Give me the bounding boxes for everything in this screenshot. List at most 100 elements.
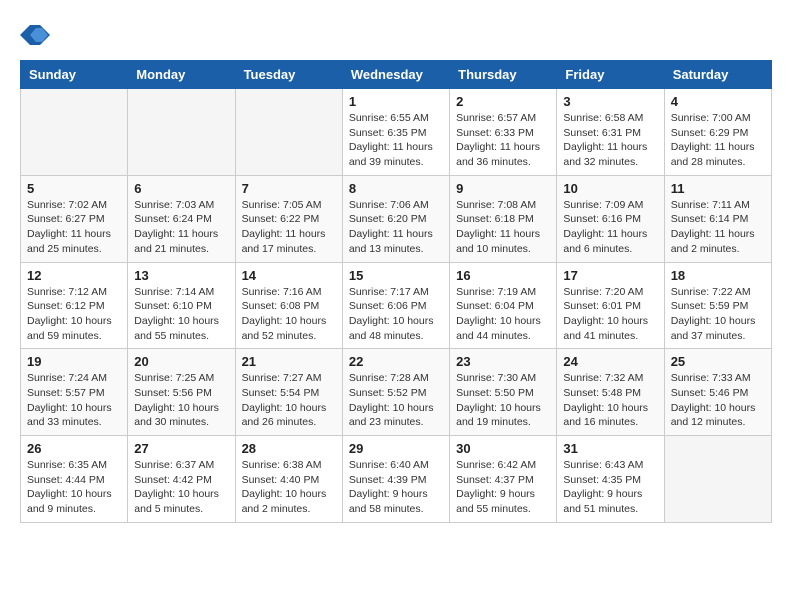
calendar-cell: 8 Sunrise: 7:06 AM Sunset: 6:20 PM Daylig…	[342, 175, 449, 262]
day-info: Sunrise: 6:42 AM Sunset: 4:37 PM Dayligh…	[456, 458, 550, 517]
day-number: 28	[242, 441, 336, 456]
weekday-header-monday: Monday	[128, 61, 235, 89]
calendar-cell: 27Sunrise: 6:37 AM Sunset: 4:42 PM Dayli…	[128, 436, 235, 523]
day-info: Sunrise: 7:12 AM Sunset: 6:12 PM Dayligh…	[27, 285, 121, 344]
day-number: 10	[563, 181, 657, 196]
day-number: 3	[563, 94, 657, 109]
day-number: 18	[671, 268, 765, 283]
calendar-cell: 25 Sunrise: 7:33 AM Sunset: 5:46 PM Dayli…	[664, 349, 771, 436]
calendar-cell: 3 Sunrise: 6:58 AM Sunset: 6:31 PM Daylig…	[557, 89, 664, 176]
page-header	[20, 20, 772, 50]
day-number: 4	[671, 94, 765, 109]
day-number: 6	[134, 181, 228, 196]
calendar-cell: 20 Sunrise: 7:25 AM Sunset: 5:56 PM Dayli…	[128, 349, 235, 436]
day-number: 29	[349, 441, 443, 456]
day-number: 24	[563, 354, 657, 369]
day-number: 20	[134, 354, 228, 369]
day-info: Sunrise: 6:35 AM Sunset: 4:44 PM Dayligh…	[27, 458, 121, 517]
calendar-cell: 24 Sunrise: 7:32 AM Sunset: 5:48 PM Dayli…	[557, 349, 664, 436]
day-info: Sunrise: 7:14 AM Sunset: 6:10 PM Dayligh…	[134, 285, 228, 344]
calendar-cell	[21, 89, 128, 176]
day-number: 12	[27, 268, 121, 283]
day-number: 8	[349, 181, 443, 196]
day-info: Sunrise: 7:22 AM Sunset: 5:59 PM Dayligh…	[671, 285, 765, 344]
day-number: 15	[349, 268, 443, 283]
calendar-cell: 12 Sunrise: 7:12 AM Sunset: 6:12 PM Dayli…	[21, 262, 128, 349]
weekday-header-saturday: Saturday	[664, 61, 771, 89]
day-info: Sunrise: 7:24 AM Sunset: 5:57 PM Dayligh…	[27, 371, 121, 430]
calendar-week-row: 26 Sunrise: 6:35 AM Sunset: 4:44 PM Dayli…	[21, 436, 772, 523]
calendar-cell: 11 Sunrise: 7:11 AM Sunset: 6:14 PM Dayli…	[664, 175, 771, 262]
day-info: Sunrise: 7:32 AM Sunset: 5:48 PM Dayligh…	[563, 371, 657, 430]
weekday-header-row: SundayMondayTuesdayWednesdayThursdayFrid…	[21, 61, 772, 89]
day-info: Sunrise: 7:05 AM Sunset: 6:22 PM Dayligh…	[242, 198, 336, 257]
calendar-week-row: 5 Sunrise: 7:02 AM Sunset: 6:27 PM Daylig…	[21, 175, 772, 262]
day-info: Sunrise: 7:28 AM Sunset: 5:52 PM Dayligh…	[349, 371, 443, 430]
weekday-header-sunday: Sunday	[21, 61, 128, 89]
day-info: Sunrise: 7:16 AM Sunset: 6:08 PM Dayligh…	[242, 285, 336, 344]
calendar-cell: 23 Sunrise: 7:30 AM Sunset: 5:50 PM Dayli…	[450, 349, 557, 436]
day-number: 1	[349, 94, 443, 109]
day-number: 7	[242, 181, 336, 196]
calendar-cell: 1Sunrise: 6:55 AM Sunset: 6:35 PM Daylig…	[342, 89, 449, 176]
calendar-cell: 31Sunrise: 6:43 AM Sunset: 4:35 PM Dayli…	[557, 436, 664, 523]
calendar-cell: 17Sunrise: 7:20 AM Sunset: 6:01 PM Dayli…	[557, 262, 664, 349]
weekday-header-wednesday: Wednesday	[342, 61, 449, 89]
day-number: 31	[563, 441, 657, 456]
day-number: 23	[456, 354, 550, 369]
calendar-cell	[128, 89, 235, 176]
logo	[20, 20, 54, 50]
day-info: Sunrise: 6:40 AM Sunset: 4:39 PM Dayligh…	[349, 458, 443, 517]
calendar-cell: 16Sunrise: 7:19 AM Sunset: 6:04 PM Dayli…	[450, 262, 557, 349]
day-number: 2	[456, 94, 550, 109]
weekday-header-thursday: Thursday	[450, 61, 557, 89]
calendar-cell	[664, 436, 771, 523]
day-number: 22	[349, 354, 443, 369]
day-info: Sunrise: 6:38 AM Sunset: 4:40 PM Dayligh…	[242, 458, 336, 517]
calendar-cell: 18 Sunrise: 7:22 AM Sunset: 5:59 PM Dayli…	[664, 262, 771, 349]
calendar-cell: 13Sunrise: 7:14 AM Sunset: 6:10 PM Dayli…	[128, 262, 235, 349]
day-info: Sunrise: 7:02 AM Sunset: 6:27 PM Dayligh…	[27, 198, 121, 257]
calendar-week-row: 12 Sunrise: 7:12 AM Sunset: 6:12 PM Dayli…	[21, 262, 772, 349]
calendar-cell: 10 Sunrise: 7:09 AM Sunset: 6:16 PM Dayli…	[557, 175, 664, 262]
weekday-header-friday: Friday	[557, 61, 664, 89]
logo-icon	[20, 20, 50, 50]
day-info: Sunrise: 7:27 AM Sunset: 5:54 PM Dayligh…	[242, 371, 336, 430]
day-info: Sunrise: 7:00 AM Sunset: 6:29 PM Dayligh…	[671, 111, 765, 170]
day-number: 21	[242, 354, 336, 369]
day-number: 19	[27, 354, 121, 369]
day-info: Sunrise: 6:58 AM Sunset: 6:31 PM Dayligh…	[563, 111, 657, 170]
day-info: Sunrise: 7:33 AM Sunset: 5:46 PM Dayligh…	[671, 371, 765, 430]
calendar-cell: 30 Sunrise: 6:42 AM Sunset: 4:37 PM Dayli…	[450, 436, 557, 523]
day-info: Sunrise: 7:11 AM Sunset: 6:14 PM Dayligh…	[671, 198, 765, 257]
calendar-cell: 26 Sunrise: 6:35 AM Sunset: 4:44 PM Dayli…	[21, 436, 128, 523]
calendar-week-row: 19 Sunrise: 7:24 AM Sunset: 5:57 PM Dayli…	[21, 349, 772, 436]
day-number: 17	[563, 268, 657, 283]
calendar-cell: 22 Sunrise: 7:28 AM Sunset: 5:52 PM Dayli…	[342, 349, 449, 436]
day-number: 14	[242, 268, 336, 283]
calendar-cell: 5 Sunrise: 7:02 AM Sunset: 6:27 PM Daylig…	[21, 175, 128, 262]
day-info: Sunrise: 7:25 AM Sunset: 5:56 PM Dayligh…	[134, 371, 228, 430]
calendar-cell: 4 Sunrise: 7:00 AM Sunset: 6:29 PM Daylig…	[664, 89, 771, 176]
day-number: 5	[27, 181, 121, 196]
calendar-cell: 28 Sunrise: 6:38 AM Sunset: 4:40 PM Dayli…	[235, 436, 342, 523]
day-info: Sunrise: 6:57 AM Sunset: 6:33 PM Dayligh…	[456, 111, 550, 170]
day-number: 30	[456, 441, 550, 456]
calendar-cell: 29 Sunrise: 6:40 AM Sunset: 4:39 PM Dayli…	[342, 436, 449, 523]
day-number: 9	[456, 181, 550, 196]
calendar-cell: 15Sunrise: 7:17 AM Sunset: 6:06 PM Dayli…	[342, 262, 449, 349]
calendar-cell: 9 Sunrise: 7:08 AM Sunset: 6:18 PM Daylig…	[450, 175, 557, 262]
day-number: 11	[671, 181, 765, 196]
calendar-cell: 14 Sunrise: 7:16 AM Sunset: 6:08 PM Dayli…	[235, 262, 342, 349]
calendar-cell: 7 Sunrise: 7:05 AM Sunset: 6:22 PM Daylig…	[235, 175, 342, 262]
day-info: Sunrise: 7:30 AM Sunset: 5:50 PM Dayligh…	[456, 371, 550, 430]
day-number: 25	[671, 354, 765, 369]
calendar-cell: 21 Sunrise: 7:27 AM Sunset: 5:54 PM Dayli…	[235, 349, 342, 436]
day-info: Sunrise: 7:03 AM Sunset: 6:24 PM Dayligh…	[134, 198, 228, 257]
day-info: Sunrise: 7:06 AM Sunset: 6:20 PM Dayligh…	[349, 198, 443, 257]
day-info: Sunrise: 7:08 AM Sunset: 6:18 PM Dayligh…	[456, 198, 550, 257]
calendar-table: SundayMondayTuesdayWednesdayThursdayFrid…	[20, 60, 772, 523]
day-info: Sunrise: 7:09 AM Sunset: 6:16 PM Dayligh…	[563, 198, 657, 257]
day-number: 26	[27, 441, 121, 456]
day-number: 16	[456, 268, 550, 283]
